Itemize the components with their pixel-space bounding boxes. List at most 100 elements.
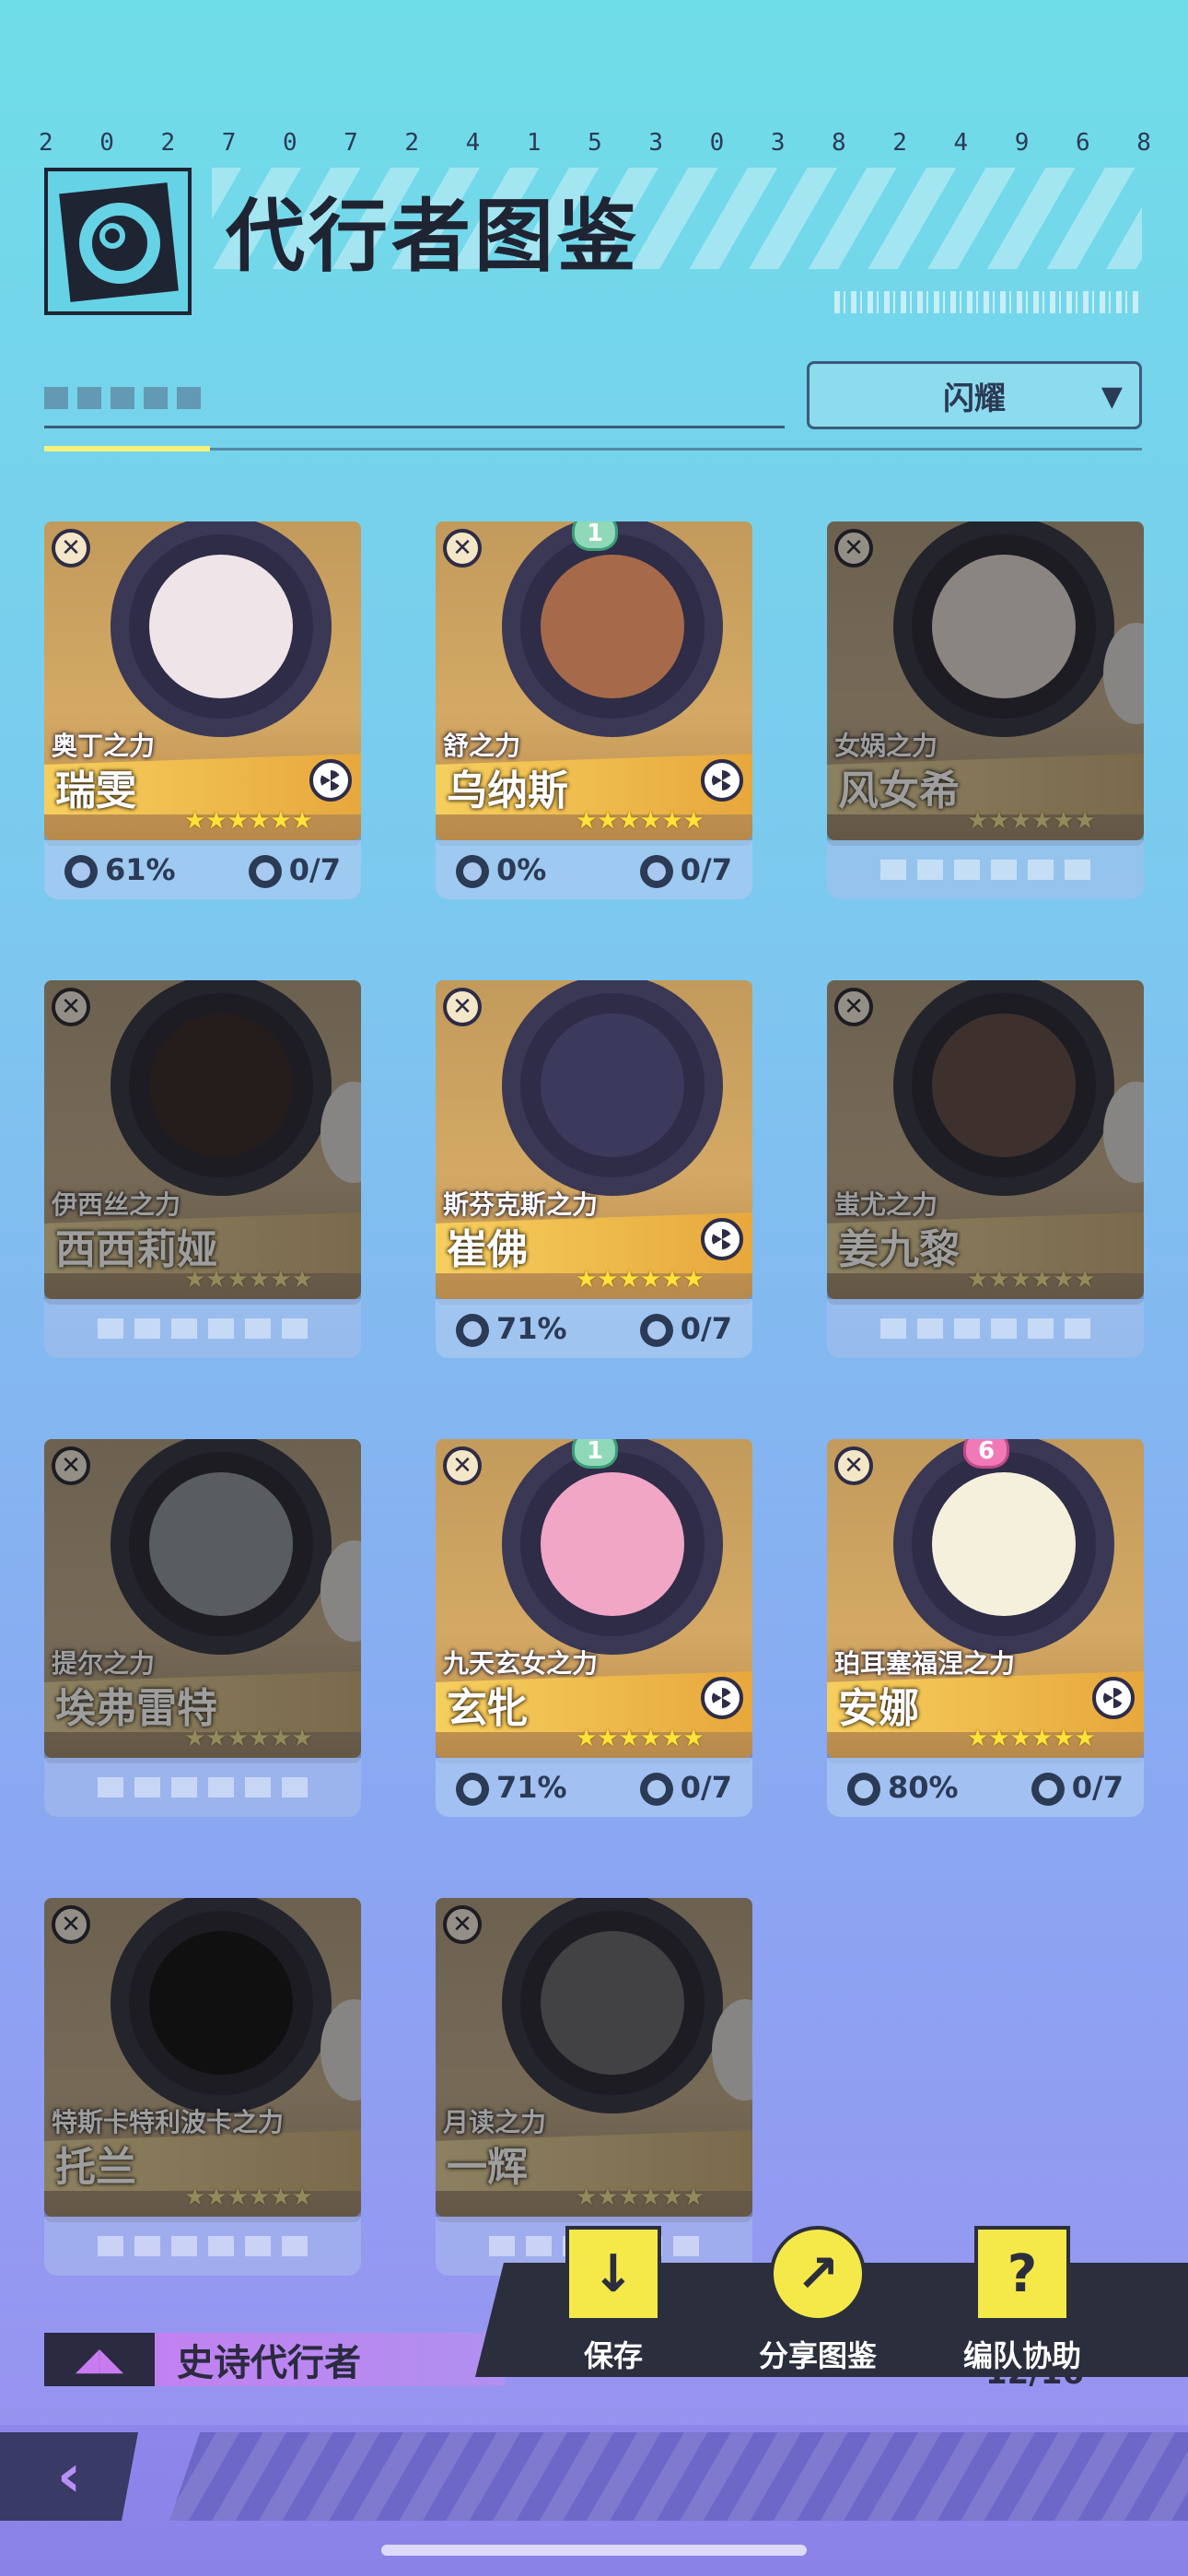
awaken-value: 0/7: [1071, 1769, 1124, 1805]
agent-card[interactable]: ✕ 斯芬克斯之力 崔佛 ★★★★★★: [436, 980, 752, 1299]
completion-stat: 61%: [64, 852, 176, 888]
completion-stat: 0%: [456, 852, 546, 888]
agent-name: 姜九黎: [838, 1226, 960, 1273]
agent-name: 一辉: [447, 2144, 528, 2191]
home-indicator[interactable]: [381, 2545, 807, 2556]
header-digit: 4: [465, 129, 483, 157]
cards-icon: ?: [974, 2226, 1070, 2322]
save-label: 保存: [583, 2338, 643, 2373]
agent-name: 安娜: [838, 1685, 919, 1732]
header-digit: 2: [404, 129, 422, 157]
agent-card[interactable]: ✕ 珀耳塞福涅之力 安娜 ★★★★★★ 6: [827, 1439, 1144, 1758]
team-assist-button[interactable]: ? 编队协助: [930, 2226, 1114, 2375]
rank-badge: 1: [572, 521, 618, 551]
codex-icon: [44, 168, 192, 315]
filter-dropdown[interactable]: 闪耀 ▼: [807, 361, 1142, 429]
progress-icon: [456, 854, 489, 888]
header-digit: 4: [953, 129, 971, 157]
agent-card[interactable]: ✕ 九天玄女之力 玄牝 ★★★★★★ 1: [436, 1439, 752, 1758]
awaken-stat: 0/7: [639, 1770, 732, 1806]
star-rating: ★★★★★★: [967, 1725, 1096, 1752]
skin-button[interactable]: [701, 1677, 743, 1719]
agent-card[interactable]: ✕ 提尔之力 埃弗雷特 ★★★★★★: [44, 1439, 361, 1758]
agent-card[interactable]: ✕ 女娲之力 风女希 ★★★★★★: [827, 521, 1144, 840]
header-digit: 2: [39, 129, 55, 157]
awaken-stat: 0/7: [1031, 1770, 1124, 1806]
agent-card[interactable]: ✕ 舒之力 乌纳斯 ★★★★★★ 1: [436, 521, 752, 840]
agent-stats-locked: [827, 1299, 1144, 1358]
header-digit: 8: [1136, 129, 1153, 157]
element-icon: ✕: [443, 988, 482, 1026]
skin-button[interactable]: [701, 759, 743, 802]
completion-value: 80%: [888, 1769, 959, 1805]
header-digit: 7: [221, 129, 239, 157]
agent-portrait: [111, 1898, 332, 2113]
completion-stat: 80%: [847, 1770, 959, 1806]
save-button[interactable]: ↓ 保存: [521, 2226, 705, 2375]
agent-stats: 61% 0/7: [44, 840, 361, 899]
header-digit: 0: [709, 129, 727, 157]
share-button[interactable]: ↗ 分享图鉴: [726, 2226, 910, 2375]
team-label: 编队协助: [962, 2338, 1081, 2373]
skin-button[interactable]: [1092, 1677, 1135, 1719]
agent-stats: 71% 0/7: [436, 1299, 752, 1358]
header-digit: 8: [832, 129, 848, 157]
awaken-value: 0/7: [288, 851, 341, 887]
star-rating: ★★★★★★: [184, 807, 313, 835]
completion-value: 71%: [496, 1310, 567, 1346]
agent-portrait: [502, 1439, 723, 1655]
back-button[interactable]: ‹: [0, 2432, 138, 2521]
agent-portrait: [893, 521, 1114, 737]
progress-icon: [847, 1772, 880, 1806]
header-digit: 3: [648, 129, 665, 157]
star-rating: ★★★★★★: [576, 1266, 705, 1294]
header-digit: 2: [892, 129, 909, 157]
rank-badge: 6: [963, 1439, 1009, 1469]
chevron-down-icon: ▼: [1101, 381, 1123, 413]
agent-stats: 71% 0/7: [436, 1758, 752, 1817]
element-icon: ✕: [52, 988, 90, 1026]
header-digit: 5: [588, 129, 604, 157]
awaken-stat: 0/7: [639, 1310, 732, 1347]
bolt-icon: [639, 1313, 673, 1347]
star-rating: ★★★★★★: [967, 1266, 1096, 1294]
agent-stats: 0% 0/7: [436, 840, 752, 899]
agent-card[interactable]: ✕ 蚩尤之力 姜九黎 ★★★★★★: [827, 980, 1144, 1299]
header-digit: 9: [1014, 129, 1031, 157]
progress-icon: [456, 1772, 489, 1806]
star-rating: ★★★★★★: [576, 807, 705, 835]
completion-value: 71%: [496, 1769, 567, 1805]
agent-card[interactable]: ✕ 特斯卡特利波卡之力 托兰 ★★★★★★: [44, 1898, 361, 2217]
element-icon: ✕: [443, 529, 482, 568]
agent-stats: 80% 0/7: [827, 1758, 1144, 1817]
awaken-stat: 0/7: [248, 851, 341, 888]
agent-name: 玄牝: [447, 1685, 528, 1732]
share-label: 分享图鉴: [758, 2338, 877, 2373]
bolt-icon: [639, 1772, 673, 1806]
star-rating: ★★★★★★: [576, 1725, 705, 1752]
skin-button[interactable]: [309, 759, 352, 802]
element-icon: ✕: [834, 529, 873, 568]
element-icon: ✕: [834, 1446, 873, 1485]
completion-stat: 71%: [456, 1311, 567, 1347]
completion-value: 61%: [105, 851, 176, 887]
agent-stats-locked: [827, 840, 1144, 899]
agent-name: 托兰: [55, 2144, 136, 2191]
search-field[interactable]: [44, 387, 201, 409]
divider-accent: [44, 446, 210, 451]
epic-emblem-icon: ◢◣: [44, 2333, 155, 2386]
bolt-icon: [1031, 1772, 1065, 1806]
agent-card[interactable]: ✕ 奥丁之力 瑞雯 ★★★★★★: [44, 521, 361, 840]
star-rating: ★★★★★★: [184, 1266, 313, 1294]
awaken-value: 0/7: [680, 1310, 732, 1346]
progress-icon: [64, 854, 98, 888]
agent-card[interactable]: ✕ 月读之力 一辉 ★★★★★★: [436, 1898, 752, 2217]
header-digit: 1: [526, 129, 543, 157]
agent-name: 风女希: [838, 767, 960, 814]
agent-name: 瑞雯: [55, 767, 136, 814]
progress-icon: [456, 1313, 489, 1347]
agent-portrait: [502, 980, 723, 1196]
agent-stats-locked: [44, 1299, 361, 1358]
skin-button[interactable]: [701, 1218, 743, 1260]
agent-card[interactable]: ✕ 伊西丝之力 西西莉娅 ★★★★★★: [44, 980, 361, 1299]
